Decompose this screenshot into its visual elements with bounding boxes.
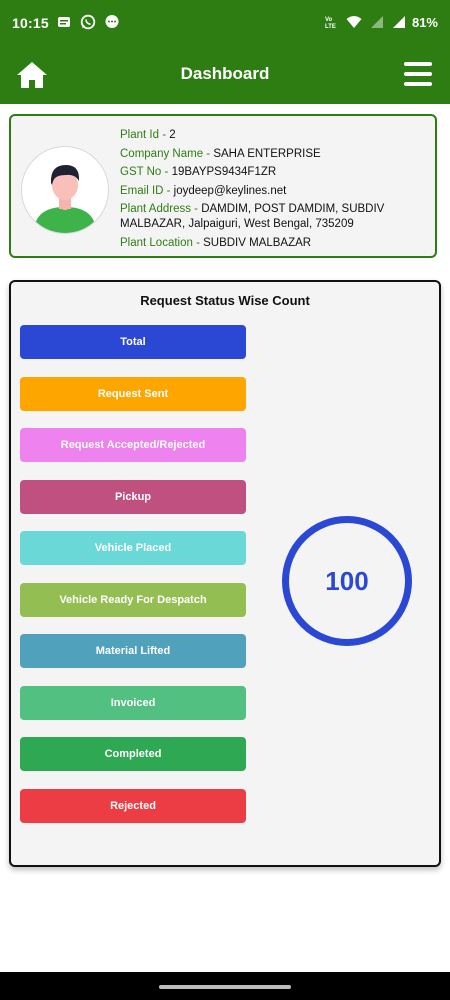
request-accepted-rejected-button[interactable]: Request Accepted/Rejected [20,428,246,462]
count-value: 100 [325,565,369,596]
plant-id-label: Plant Id - [120,129,170,141]
app-bar: Dashboard [0,48,450,104]
page-title: Dashboard [180,64,270,83]
notification-icons [56,14,120,30]
company-name-value: SAHA ENTERPRISE [213,147,321,160]
location-label: Plant Location - [120,237,204,249]
completed-button[interactable]: Completed [20,737,246,771]
email-label: Email ID - [120,184,174,197]
rejected-button[interactable]: Rejected [20,789,246,823]
status-count-card: Request Status Wise Count Total Request … [9,280,441,867]
gst-label: GST No - [120,166,172,178]
request-sent-button[interactable]: Request Sent [20,377,246,411]
address-label: Plant Address - [120,203,202,215]
vehicle-placed-button[interactable]: Vehicle Placed [20,531,246,565]
plant-info: Plant Id - 2 Company Name - SAHA ENTERPR… [120,126,420,253]
status-bar: 10:15 Vo LTE 81% [0,0,450,48]
user-avatar-icon [22,147,108,233]
company-name-label: Company Name - [120,147,214,160]
company-name-row: Company Name - SAHA ENTERPRISE [120,145,420,164]
vehicle-ready-for-despatch-button[interactable]: Vehicle Ready For Despatch [20,583,246,617]
status-section-title: Request Status Wise Count [140,293,310,308]
plant-id-value: 2 [169,129,176,141]
count-circle: 100 [282,516,412,646]
gesture-handle[interactable] [159,985,291,989]
plant-profile-card: Plant Id - 2 Company Name - SAHA ENTERPR… [9,114,437,258]
email-value: joydeep@keylines.net [173,184,287,197]
whatsapp-icon [80,14,96,30]
location-value: SUBDIV MALBAZAR [203,237,312,249]
invoiced-button[interactable]: Invoiced [20,686,246,720]
avatar [21,146,109,234]
pickup-button[interactable]: Pickup [20,480,246,514]
address-row: Plant Address - DAMDIM, POST DAMDIM, SUB… [120,202,420,232]
signal-icon [392,16,405,28]
plant-id-row: Plant Id - 2 [120,126,420,145]
message-icon [58,17,70,27]
email-row: Email ID - joydeep@keylines.net [120,182,420,201]
signal-5g-icon [370,16,383,28]
gst-row: GST No - 19BAYPS9434F1ZR [120,163,420,182]
system-icons: Vo LTE 81% [324,14,438,31]
menu-icon[interactable] [404,62,432,86]
svg-text:LTE: LTE [325,24,336,30]
wifi-icon [346,16,362,28]
location-row: Plant Location - SUBDIV MALBAZAR [120,234,420,253]
status-time: 10:15 [12,15,49,31]
battery-level: 81% [411,14,438,30]
total-button[interactable]: Total [20,325,246,359]
chat-icon [105,15,119,28]
svg-text:Vo: Vo [325,17,333,23]
volte-icon: Vo LTE [325,17,336,30]
system-nav-bar [0,972,450,1000]
material-lifted-button[interactable]: Material Lifted [20,634,246,668]
gst-value: 19BAYPS9434F1ZR [171,166,277,178]
